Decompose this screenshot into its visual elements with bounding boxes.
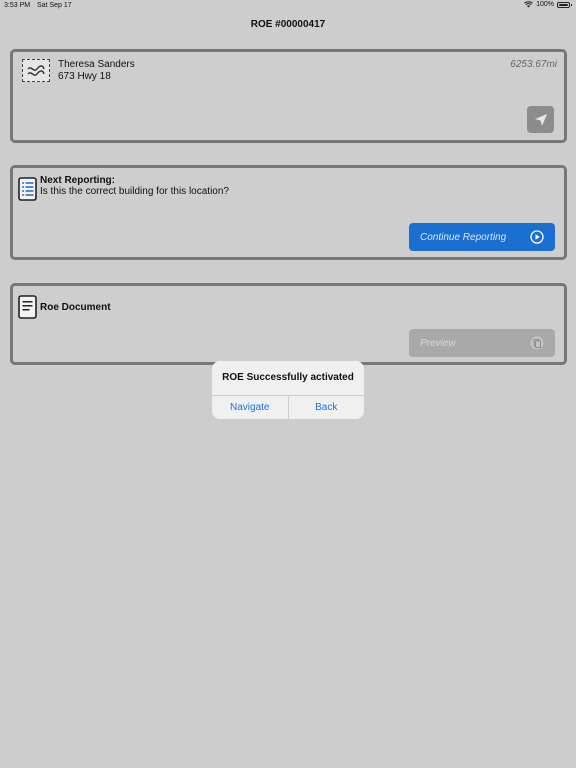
- page-title: ROE #00000417: [250, 19, 326, 30]
- play-circle-icon: [530, 230, 544, 244]
- document-card: Roe Document Preview: [10, 283, 567, 365]
- preview-button[interactable]: Preview: [409, 329, 555, 357]
- customer-name: Theresa Sanders: [58, 59, 135, 70]
- list-document-icon: [18, 177, 37, 201]
- wifi-icon: [524, 1, 533, 8]
- stamp-icon: [22, 59, 50, 82]
- pages-icon: [530, 336, 544, 350]
- status-bar: 3:53 PM Sat Sep 17 100%: [0, 0, 576, 12]
- preview-label: Preview: [420, 337, 456, 349]
- reporting-card: Next Reporting: Is this the correct buil…: [10, 165, 567, 260]
- status-date: Sat Sep 17: [37, 2, 72, 9]
- alert-navigate-button[interactable]: Navigate: [212, 396, 288, 419]
- continue-reporting-label: Continue Reporting: [420, 231, 507, 243]
- reporting-question: Is this the correct building for this lo…: [40, 186, 229, 197]
- status-indicators: 100%: [524, 1, 572, 8]
- activation-alert: ROE Successfully activated Navigate Back: [212, 361, 364, 419]
- document-title: Roe Document: [40, 302, 111, 313]
- customer-card: Theresa Sanders 673 Hwy 18 6253.67mi: [10, 49, 567, 143]
- customer-address: 673 Hwy 18: [58, 71, 111, 82]
- battery-percent: 100%: [536, 1, 554, 8]
- document-icon: [18, 295, 37, 319]
- navigate-button[interactable]: [527, 106, 554, 133]
- alert-back-button[interactable]: Back: [287, 396, 365, 419]
- status-time: 3:53 PM: [4, 2, 31, 9]
- customer-distance: 6253.67mi: [510, 59, 557, 70]
- alert-actions: Navigate Back: [212, 395, 364, 419]
- alert-title: ROE Successfully activated: [222, 372, 354, 383]
- reporting-title: Next Reporting:: [40, 175, 115, 186]
- battery-fill: [559, 3, 568, 6]
- battery-icon: [557, 1, 572, 8]
- location-arrow-icon: [534, 113, 547, 126]
- continue-reporting-button[interactable]: Continue Reporting: [409, 223, 555, 251]
